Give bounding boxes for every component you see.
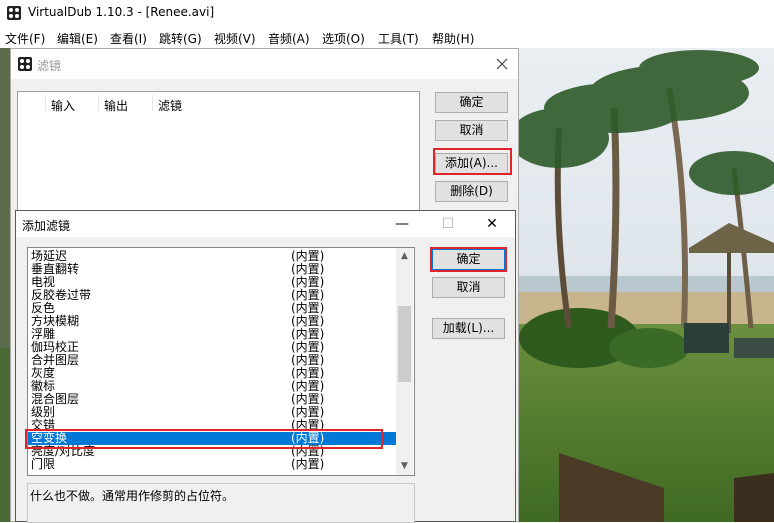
menu-tools[interactable]: 工具(T) [378, 30, 419, 47]
list-item[interactable]: 方块模糊 (内置) [28, 315, 396, 328]
list-item[interactable]: 场延迟 (内置) [28, 250, 396, 263]
list-item[interactable]: 伽玛校正 (内置) [28, 341, 396, 354]
maximize-icon: ☐ [441, 216, 455, 232]
column-separator [45, 95, 46, 111]
list-item[interactable]: 浮雕 (内置) [28, 328, 396, 341]
film-reel-icon [7, 6, 21, 20]
list-item[interactable]: 合并图层 (内置) [28, 354, 396, 367]
close-icon[interactable]: ✕ [478, 213, 506, 235]
list-item[interactable]: 反色 (内置) [28, 302, 396, 315]
menu-file[interactable]: 文件(F) [5, 30, 45, 47]
column-header-filter[interactable]: 滤镜 [158, 97, 182, 114]
window-title: VirtualDub 1.10.3 - [Renee.avi] [28, 5, 215, 19]
add-filter-ok-button[interactable]: 确定 [432, 249, 505, 270]
column-separator [152, 95, 153, 111]
menu-bar: 文件(F) 编辑(E) 查看(I) 跳转(G) 视频(V) 音频(A) 选项(O… [0, 26, 774, 48]
list-item[interactable]: 门限 (内置) [28, 458, 396, 471]
list-item[interactable]: 级别 (内置) [28, 406, 396, 419]
list-item[interactable]: 混合图层 (内置) [28, 393, 396, 406]
video-preview-left-edge [0, 48, 10, 522]
scroll-down-icon[interactable]: ▼ [396, 458, 413, 475]
menu-help[interactable]: 帮助(H) [432, 30, 474, 47]
delete-filter-button[interactable]: 删除(D) [435, 181, 508, 202]
list-item[interactable]: 反胶卷过带 (内置) [28, 289, 396, 302]
filters-list[interactable]: 输入 输出 滤镜 [17, 91, 420, 221]
filter-description-text: 什么也不做。通常用作修剪的占位符。 [30, 489, 235, 503]
menu-audio[interactable]: 音频(A) [268, 30, 310, 47]
video-preview-image [519, 48, 774, 522]
menu-go[interactable]: 跳转(G) [159, 30, 202, 47]
list-item[interactable]: 徽标 (内置) [28, 380, 396, 393]
menu-edit[interactable]: 编辑(E) [57, 30, 98, 47]
list-scrollbar[interactable]: ▲ ▼ [396, 248, 413, 475]
filters-ok-button[interactable]: 确定 [435, 92, 508, 113]
available-filters-list[interactable]: 场延迟 (内置) 垂直翻转 (内置) 电视 (内置) 反胶卷过带 (内置) 反色 (内置)… [27, 247, 415, 476]
filters-cancel-button[interactable]: 取消 [435, 120, 508, 141]
add-filter-dialog-title: 添加滤镜 [22, 219, 71, 233]
close-icon[interactable] [493, 55, 511, 73]
list-item[interactable]: 交错 (内置) [28, 419, 396, 432]
film-reel-icon [18, 57, 32, 71]
main-title-bar: VirtualDub 1.10.3 - [Renee.avi] [0, 0, 774, 26]
menu-options[interactable]: 选项(O) [322, 30, 365, 47]
add-filter-dialog: 添加滤镜 — ☐ ✕ 场延迟 (内置) 垂直翻转 (内置) 电视 (内置) 反胶卷过带… [15, 210, 516, 523]
scrollbar-thumb[interactable] [398, 306, 411, 382]
column-header-output[interactable]: 输出 [104, 97, 128, 114]
add-filter-title-bar: 添加滤镜 — ☐ ✕ [16, 211, 515, 237]
add-filter-cancel-button[interactable]: 取消 [432, 277, 505, 298]
filter-description: 什么也不做。通常用作修剪的占位符。 [27, 483, 415, 523]
minimize-icon[interactable]: — [388, 213, 416, 235]
menu-video[interactable]: 视频(V) [214, 30, 256, 47]
list-item[interactable]: 灰度 (内置) [28, 367, 396, 380]
filters-dialog-title-bar: 滤镜 [11, 49, 518, 79]
filters-dialog-title: 滤镜 [37, 59, 62, 73]
column-header-input[interactable]: 输入 [51, 97, 75, 114]
menu-view[interactable]: 查看(I) [110, 30, 147, 47]
list-item[interactable]: 亮度/对比度 (内置) [28, 445, 396, 458]
list-item[interactable]: 垂直翻转 (内置) [28, 263, 396, 276]
load-filter-button[interactable]: 加载(L)... [432, 318, 505, 339]
scroll-up-icon[interactable]: ▲ [396, 248, 413, 265]
add-filter-button[interactable]: 添加(A)... [435, 153, 508, 174]
column-separator [98, 95, 99, 111]
